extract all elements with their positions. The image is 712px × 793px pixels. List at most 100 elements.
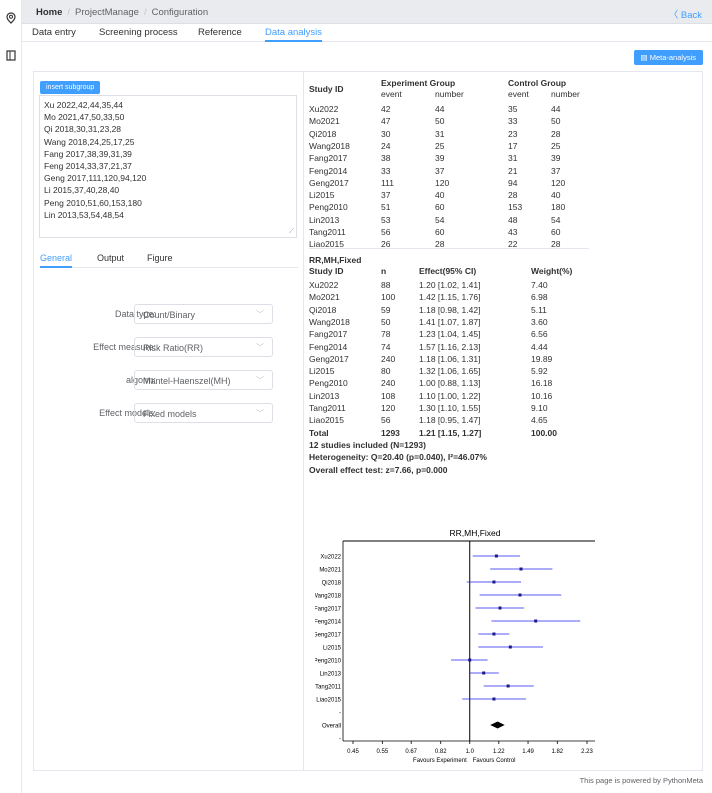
data-cell: 50 xyxy=(435,116,445,127)
resize-handle-icon[interactable]: ⟋ xyxy=(289,228,294,236)
breadcrumb-home[interactable]: Home xyxy=(36,7,62,18)
data-type-select[interactable]: Count/Binary ﹀ xyxy=(134,304,273,324)
data-line: Li 2015,37,40,28,40 xyxy=(44,185,120,196)
data-cell: Wang2018 xyxy=(309,140,350,151)
document-icon: ▤ xyxy=(640,53,650,62)
results-panel: Study ID Experiment Group Control Group … xyxy=(305,72,702,770)
results-cell: 108 xyxy=(381,390,396,401)
total-cell: 1.21 [1.15, 1.27] xyxy=(419,427,482,438)
data-cell: 28 xyxy=(508,190,518,201)
blank-label: - xyxy=(339,711,341,717)
results-cell: 1.10 [1.00, 1.22] xyxy=(419,390,481,401)
tab-general[interactable]: General xyxy=(40,253,73,268)
study-label: Wang2018 xyxy=(315,594,342,600)
chevron-down-icon: ﹀ xyxy=(256,343,264,352)
results-cell: 1.32 [1.06, 1.65] xyxy=(419,366,481,377)
tab-data-analysis[interactable]: Data analysis xyxy=(265,27,323,42)
results-cell: Liao2015 xyxy=(309,415,344,426)
x-tick-label: 0.55 xyxy=(376,749,388,755)
point-estimate xyxy=(534,619,538,623)
results-row: Feng2014 74 1.57 [1.16, 2.13] 4.44 xyxy=(309,342,609,353)
study-label: Peng2010 xyxy=(315,659,342,665)
sub-event: event xyxy=(508,89,529,99)
x-tick-label: 0.67 xyxy=(405,749,417,755)
results-cell: 5.11 xyxy=(531,304,547,315)
results-cell: 1.30 [1.10, 1.55] xyxy=(419,403,481,413)
results-cell: 80 xyxy=(381,366,391,377)
results-cell: 16.18 xyxy=(531,378,553,389)
data-line: Lin 2013,53,54,48,54 xyxy=(44,209,124,220)
results-row: Qi2018 59 1.18 [0.98, 1.42] 5.11 xyxy=(309,305,609,316)
data-table-row: Geng2017 111 120 94 120 xyxy=(309,178,609,189)
x-tick-label: 0.45 xyxy=(347,749,359,755)
form-row-effect-models: Effect models: Fixed models ﹀ xyxy=(34,403,304,423)
x-tick-label: 1.22 xyxy=(493,749,505,755)
results-cell: Xu2022 xyxy=(309,280,339,290)
results-cell: 1.18 [1.06, 1.31] xyxy=(419,353,481,364)
data-cell: 60 xyxy=(435,227,445,237)
breadcrumb-page: Configuration xyxy=(151,7,209,18)
col-effect: Effect(95% CI) xyxy=(419,266,477,276)
data-cell: 17 xyxy=(508,140,518,151)
data-table-row: Lin2013 53 54 48 54 xyxy=(309,215,609,226)
data-cell: 33 xyxy=(508,116,518,127)
results-cell: 4.44 xyxy=(531,341,548,352)
results-cell: Mo2021 xyxy=(309,292,340,303)
results-row: Li2015 80 1.32 [1.06, 1.65] 5.92 xyxy=(309,366,609,377)
effect-models-select[interactable]: Fixed models ﹀ xyxy=(134,403,273,423)
main-area: Home / ProjectManage / Configuration 〈 Back … xyxy=(22,0,712,793)
insert-subgroup-button[interactable]: insert subgroup xyxy=(40,81,101,94)
tab-data-entry[interactable]: Data entry xyxy=(32,27,76,38)
algorm-value: Mantel-Haenszel(MH) xyxy=(143,376,231,386)
sub-event: event xyxy=(381,89,402,99)
point-estimate xyxy=(508,645,512,649)
results-cell: Feng2014 xyxy=(309,341,348,352)
total-cell: Total xyxy=(309,427,329,438)
results-cell: 1.42 [1.15, 1.76] xyxy=(419,292,481,303)
tab-output[interactable]: Output xyxy=(97,253,124,263)
data-cell: Qi2018 xyxy=(309,128,337,139)
data-cell: 51 xyxy=(381,202,391,213)
form-row-data-type: Data type: Count/Binary ﹀ xyxy=(34,304,304,324)
results-summary3: Overall effect test: z=7.66, p=0.000 xyxy=(309,464,448,475)
data-cell: Tang2011 xyxy=(309,227,346,237)
settings-tabs: General Output Figure xyxy=(40,250,298,268)
study-label: Fang2017 xyxy=(315,607,342,613)
data-cell: 30 xyxy=(381,128,391,139)
results-cell: 1.20 [1.02, 1.41] xyxy=(419,280,481,290)
results-cell: 120 xyxy=(381,403,396,413)
chevron-down-icon: ﹀ xyxy=(256,409,264,418)
results-row: Geng2017 240 1.18 [1.06, 1.31] 19.89 xyxy=(309,354,609,365)
study-label: Geng2017 xyxy=(315,633,342,639)
tab-reference[interactable]: Reference xyxy=(198,27,242,38)
point-estimate xyxy=(518,593,522,597)
tab-screening-process[interactable]: Screening process xyxy=(99,27,178,38)
total-cell: 1293 xyxy=(381,427,400,438)
algorm-select[interactable]: Mantel-Haenszel(MH) ﹀ xyxy=(134,370,273,390)
results-cell: 1.41 [1.07, 1.87] xyxy=(419,316,481,327)
point-estimate xyxy=(492,580,496,584)
meta-analysis-label: Meta-analysis xyxy=(649,53,696,62)
data-cell: 25 xyxy=(551,140,561,151)
meta-analysis-button[interactable]: ▤ Meta-analysis xyxy=(633,50,703,65)
back-link[interactable]: 〈 Back xyxy=(669,7,702,21)
breadcrumb-project[interactable]: ProjectManage xyxy=(75,7,139,18)
effect-measure-select[interactable]: Risk Ratio(RR) ﹀ xyxy=(134,337,273,357)
panel-icon[interactable] xyxy=(5,50,17,62)
data-input-textarea[interactable]: Xu 2022,42,44,35,44 Mo 2021,47,50,33,50 Qi… xyxy=(39,95,297,238)
results-row: Tang2011 120 1.30 [1.10, 1.55] 9.10 xyxy=(309,403,609,414)
tab-figure[interactable]: Figure xyxy=(147,253,173,263)
results-cell: 3.60 xyxy=(531,316,548,327)
data-cell: 153 xyxy=(508,202,523,213)
results-row: Lin2013 108 1.10 [1.00, 1.22] 10.16 xyxy=(309,391,609,402)
data-cell: 43 xyxy=(508,227,518,237)
data-line: Wang 2018,24,25,17,25 xyxy=(44,136,135,147)
blank-label: - xyxy=(339,737,341,743)
data-cell: 54 xyxy=(435,214,445,225)
location-pin-icon[interactable] xyxy=(5,12,17,24)
data-cell: 60 xyxy=(551,227,561,237)
data-cell: 48 xyxy=(508,214,518,225)
content-panel: ▤ Meta-analysis insert subgroup Xu 2022,… xyxy=(22,42,712,793)
sub-number: number xyxy=(435,89,464,99)
data-cell: 39 xyxy=(551,153,561,164)
